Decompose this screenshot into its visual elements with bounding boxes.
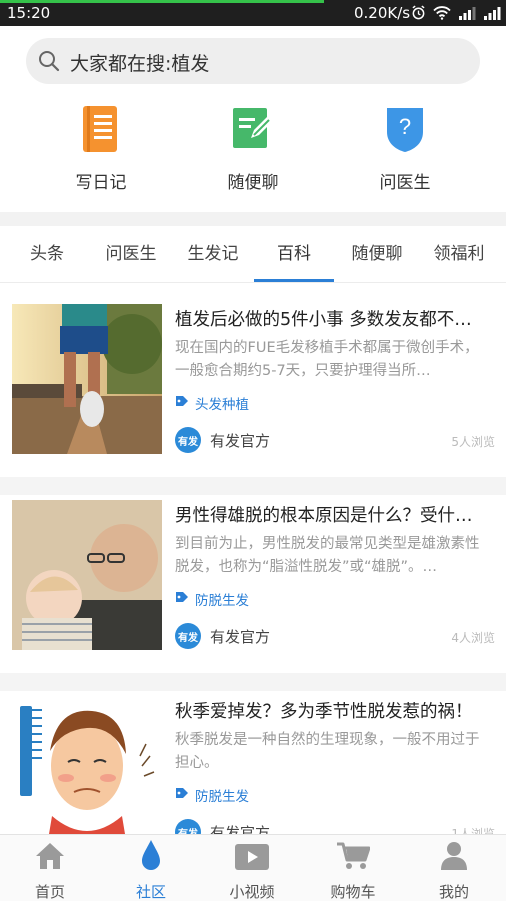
- article-card[interactable]: 男性得雄脱的根本原因是什么？受什… 到目前为止，男性脱发的最常见类型是雄激素性脱…: [0, 478, 506, 673]
- author-avatar: 有发: [175, 623, 201, 649]
- bottom-nav: 首页 社区 小视频 购物车 我的: [0, 834, 506, 901]
- tab-casual-chat[interactable]: 随便聊: [342, 226, 412, 282]
- article-thumbnail: [12, 304, 162, 454]
- article-thumbnail: [12, 696, 162, 834]
- view-count: 5人浏览: [451, 435, 495, 449]
- drop-icon: [140, 839, 162, 875]
- article-description: 到目前为止，男性脱发的最常见类型是雄激素性脱发，也称为“脂溢性脱发”或“雄脱”。…: [175, 536, 480, 575]
- author-name: 有发官方: [210, 431, 271, 450]
- network-speed: 0.20K/s: [354, 4, 411, 22]
- chat-edit-icon: [231, 104, 275, 156]
- tag-icon: [175, 787, 189, 803]
- tag-label: 头发种植: [195, 397, 249, 413]
- author-avatar: 有发: [175, 427, 201, 453]
- tag-icon: [175, 591, 189, 607]
- author-avatar: 有发: [175, 819, 201, 834]
- nav-label: 社区: [135, 883, 166, 901]
- nav-label: 我的: [438, 883, 469, 901]
- alarm-icon: [411, 5, 426, 24]
- tab-benefits[interactable]: 领福利: [424, 226, 494, 282]
- article-card[interactable]: 秋季爱掉发？多为季节性脱发惹的祸！ 秋季脱发是一种自然的生理现象，一般不用过于担…: [0, 674, 506, 834]
- category-tabs: 头条 问医生 生发记 百科 随便聊 领福利: [0, 226, 506, 283]
- search-icon: [38, 50, 60, 76]
- article-author[interactable]: 有发 有发官方: [175, 819, 270, 834]
- tab-headlines[interactable]: 头条: [16, 226, 78, 282]
- loading-progress-line: [0, 0, 324, 3]
- video-play-icon: [234, 843, 270, 875]
- nav-short-video[interactable]: 小视频: [202, 835, 302, 902]
- cart-icon: [336, 841, 371, 875]
- wifi-icon: [433, 5, 451, 24]
- home-icon: [34, 841, 66, 875]
- search-placeholder: 大家都在搜:植发: [70, 53, 210, 75]
- nav-cart[interactable]: 购物车: [303, 835, 403, 902]
- section-divider: [0, 212, 506, 226]
- notebook-icon: [81, 104, 121, 160]
- article-title: 植发后必做的5件小事 多数发友都不…: [175, 310, 472, 330]
- nav-mine[interactable]: 我的: [404, 835, 504, 902]
- tab-encyclopedia[interactable]: 百科: [254, 226, 334, 282]
- article-tag[interactable]: 防脱生发: [175, 785, 249, 805]
- nav-label: 小视频: [229, 883, 275, 901]
- shortcut-row: 写日记 随便聊 ? 问医生: [0, 104, 506, 208]
- user-icon: [440, 841, 468, 875]
- svg-text:?: ?: [399, 114, 411, 139]
- nav-community[interactable]: 社区: [101, 835, 201, 902]
- tab-hair-growth-diary[interactable]: 生发记: [178, 226, 248, 282]
- nav-label: 首页: [34, 883, 65, 901]
- shortcut-label: 随便聊: [227, 173, 279, 193]
- shortcut-ask-doctor[interactable]: ? 问医生: [345, 104, 465, 193]
- article-thumbnail: [12, 500, 162, 650]
- shortcut-label: 问医生: [379, 173, 431, 193]
- nav-home[interactable]: 首页: [0, 835, 100, 902]
- article-title: 男性得雄脱的根本原因是什么？受什…: [175, 506, 473, 526]
- search-bar[interactable]: 大家都在搜:植发: [26, 38, 480, 84]
- nav-label: 购物车: [330, 883, 376, 901]
- question-shield-icon: ?: [385, 104, 425, 158]
- article-description: 现在国内的FUE毛发移植手术都属于微创手术，一般愈合期约5-7天，只要护理得当所…: [175, 340, 479, 379]
- shortcut-label: 写日记: [75, 173, 127, 193]
- article-tag[interactable]: 头发种植: [175, 393, 249, 413]
- tab-ask-doctor[interactable]: 问医生: [96, 226, 166, 282]
- signal-icon: [458, 6, 476, 24]
- author-name: 有发官方: [210, 627, 271, 646]
- article-description: 秋季脱发是一种自然的生理现象，一般不用过于担心。: [175, 732, 480, 771]
- article-title: 秋季爱掉发？多为季节性脱发惹的祸！: [175, 702, 473, 722]
- signal-icon: [483, 6, 501, 24]
- view-count: 4人浏览: [451, 631, 495, 645]
- view-count: 1人浏览: [451, 827, 495, 834]
- article-author[interactable]: 有发 有发官方: [175, 427, 270, 453]
- status-time: 15:20: [7, 4, 51, 22]
- tag-label: 防脱生发: [195, 789, 249, 805]
- status-bar: 15:20 0.20K/s: [0, 0, 506, 26]
- tag-icon: [175, 395, 189, 411]
- author-name: 有发官方: [210, 823, 271, 835]
- tag-label: 防脱生发: [195, 593, 249, 609]
- shortcut-write-diary[interactable]: 写日记: [41, 104, 161, 193]
- shortcut-casual-chat[interactable]: 随便聊: [193, 104, 313, 193]
- article-author[interactable]: 有发 有发官方: [175, 623, 270, 649]
- article-card[interactable]: 植发后必做的5件小事 多数发友都不… 现在国内的FUE毛发移植手术都属于微创手术…: [0, 282, 506, 477]
- article-tag[interactable]: 防脱生发: [175, 589, 249, 609]
